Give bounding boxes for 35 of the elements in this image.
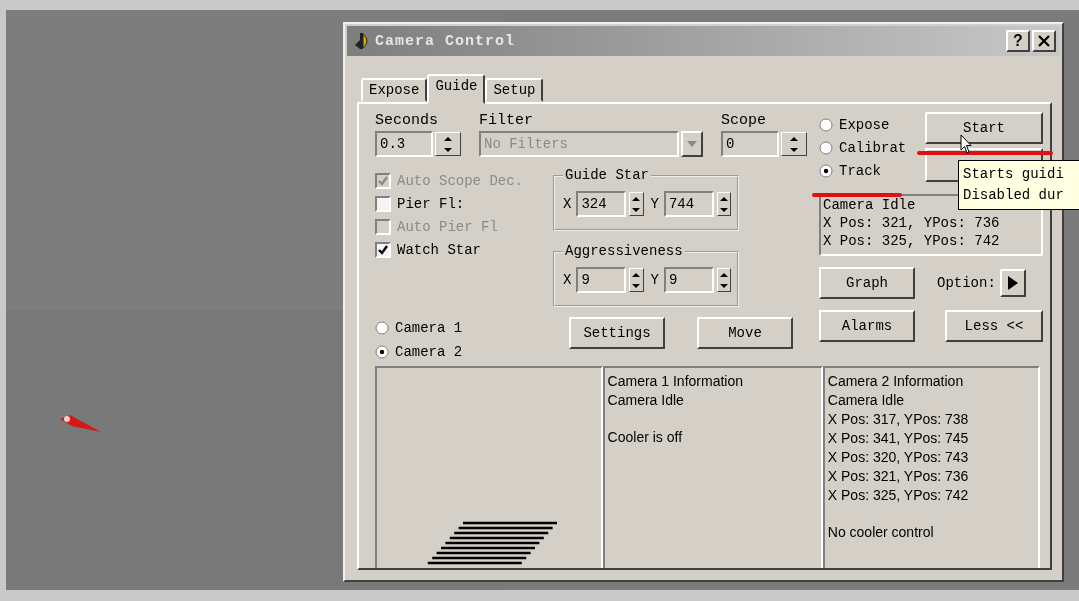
tooltip-line: Starts guidi [963,165,1065,184]
radio-label: Track [839,163,881,179]
checkbox-label: Auto Scope Dec. [397,173,524,189]
info-line: Cooler is off [607,428,684,447]
status-line: X Pos: 325, YPos: 742 [823,232,1001,250]
info-line: Camera 1 Information [607,372,744,391]
info-line: Camera Idle [827,391,906,410]
field-label: Filter [479,112,534,129]
option-label: Option: [937,275,996,291]
checkbox-label: Auto Pier Fl [397,219,498,235]
info-line: Camera 2 Information [827,372,965,391]
radio-label: Camera 1 [395,320,463,336]
radio-label: Camera 2 [395,344,463,360]
info-line: X Pos: 325, YPos: 742 [827,486,970,505]
field-label: X [563,196,572,212]
info-line: X Pos: 341, YPos: 745 [827,429,970,448]
info-line: X Pos: 317, YPos: 738 [827,410,970,429]
window-title: Camera Control [375,32,516,50]
info-line: X Pos: 320, YPos: 743 [827,448,970,467]
status-line: Camera Idle [823,196,917,214]
checkbox-label: Pier Fl: [397,196,465,212]
field-label: Y [650,272,659,288]
field-label: Scope [721,112,767,129]
info-line: Camera Idle [607,391,685,410]
info-line: No cooler control [827,523,935,542]
radio-label: Calibrat [839,140,907,156]
field-label: X [563,272,572,288]
checkbox-label: Watch Star [397,242,481,258]
status-line: X Pos: 321, YPos: 736 [823,214,1001,232]
field-label: Seconds [375,112,439,129]
group-title: Aggressiveness [563,243,685,259]
field-label: Y [650,196,659,212]
info-line: X Pos: 321, YPos: 736 [827,467,970,486]
radio-label: Expose [839,117,890,133]
tooltip-line: Disabled dur [963,186,1065,205]
